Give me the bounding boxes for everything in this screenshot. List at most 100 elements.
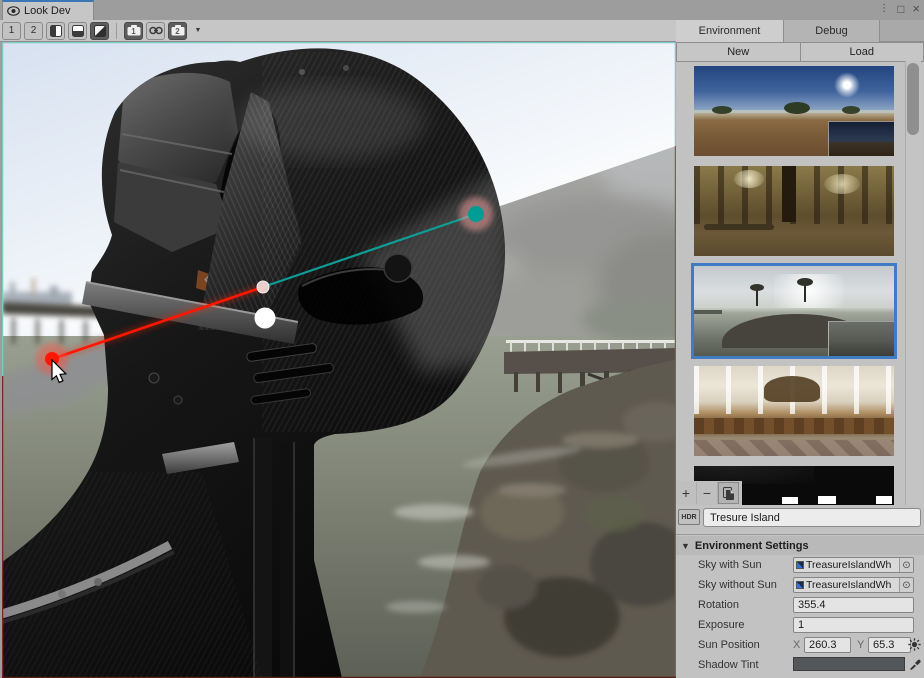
title-bar: Look Dev ⋮ □ × <box>0 0 924 20</box>
lookdev-viewport[interactable] <box>2 42 676 678</box>
environment-settings-title: Environment Settings <box>695 540 809 552</box>
sky-with-sun-object-field[interactable]: TreasureIslandWh ⊙ <box>793 557 914 573</box>
maximize-icon[interactable]: □ <box>897 2 904 16</box>
panel-tab-bar: Environment Debug <box>676 20 924 42</box>
new-environment-button[interactable]: New <box>676 42 801 62</box>
single-view-1-label: 1 <box>9 25 15 36</box>
env-actions-row: New Load <box>676 42 924 62</box>
duplicate-pages-icon <box>723 487 735 500</box>
link-icon <box>149 26 163 35</box>
top-bottom-split-button[interactable] <box>68 22 87 40</box>
env-thumbnail-treasure-island[interactable] <box>694 266 894 356</box>
thumbnail-inset-preview <box>828 321 894 356</box>
rotation-value: 355.4 <box>798 599 826 611</box>
lookdev-window-tab[interactable]: Look Dev <box>2 0 94 20</box>
sun-glare <box>834 72 860 98</box>
wooden-pews <box>694 418 894 434</box>
window-tab-title: Look Dev <box>24 5 70 17</box>
duplicate-environment-button[interactable] <box>718 482 739 504</box>
sun-x-value: 260.3 <box>809 639 837 651</box>
sun-gizmo-button[interactable] <box>907 637 921 651</box>
hdr-badge: HDR <box>678 509 700 525</box>
environment-name-field[interactable]: Tresure Island <box>703 508 921 527</box>
sun-y-value: 65.3 <box>873 639 894 651</box>
pier-silhouette <box>694 310 722 314</box>
sun-x-axis-label: X <box>793 639 800 651</box>
diagonal-split-icon <box>94 25 106 37</box>
camera-2-badge: 2 <box>169 27 186 36</box>
sky-without-sun-label: Sky without Sun <box>698 579 777 591</box>
environment-name-value: Tresure Island <box>710 512 780 524</box>
shadow-tint-label: Shadow Tint <box>698 659 759 671</box>
shadow-tint-swatch[interactable] <box>793 657 905 671</box>
side-by-side-split-button[interactable] <box>46 22 65 40</box>
sky-with-sun-label: Sky with Sun <box>698 559 762 571</box>
dropdown-icon: ▼ <box>195 27 202 34</box>
checkered-floor <box>694 440 894 456</box>
thumbnail-inset-preview <box>828 121 894 156</box>
load-button-label: Load <box>850 46 874 58</box>
rotation-field[interactable]: 355.4 <box>793 597 914 613</box>
foldout-arrow-icon: ▼ <box>681 541 690 551</box>
camera-2-button[interactable]: 2 <box>168 22 187 40</box>
single-view-2-button[interactable]: 2 <box>24 22 43 40</box>
side-by-side-split-icon <box>50 25 62 37</box>
eye-icon <box>7 6 20 16</box>
exposure-value: 1 <box>798 619 804 631</box>
sun-y-field[interactable]: 65.3 <box>868 637 911 653</box>
camera-1-button[interactable]: 1 <box>124 22 143 40</box>
tree <box>784 102 810 114</box>
sun-icon <box>908 638 921 651</box>
big-trunk <box>782 166 796 222</box>
bush <box>842 106 860 114</box>
env-thumbnail-church[interactable] <box>694 366 894 456</box>
light-blob <box>876 496 892 504</box>
palm-head <box>750 284 764 291</box>
environment-list-toolbar: + − <box>676 481 742 505</box>
sun-y-axis-label: Y <box>857 639 864 651</box>
thumbnail-scrollbar-thumb[interactable] <box>907 63 919 135</box>
camera-dropdown-button[interactable]: ▼ <box>190 22 206 40</box>
add-environment-button[interactable]: + <box>676 482 697 504</box>
sky-without-sun-object-field[interactable]: TreasureIslandWh ⊙ <box>793 577 914 593</box>
object-picker-icon[interactable]: ⊙ <box>899 578 913 592</box>
new-button-label: New <box>727 46 749 58</box>
rendered-scene <box>2 42 676 678</box>
sun-position-label: Sun Position <box>698 639 760 651</box>
view1-handle[interactable] <box>468 206 484 222</box>
environment-settings-foldout[interactable]: ▼ Environment Settings <box>676 536 924 555</box>
pulpit-canopy <box>764 376 820 402</box>
toolbar-separator <box>116 23 117 39</box>
object-picker-icon[interactable]: ⊙ <box>899 558 913 572</box>
single-view-2-label: 2 <box>31 25 37 36</box>
camera-1-badge: 1 <box>125 27 142 36</box>
env-thumbnail-sunny-field[interactable] <box>694 66 894 156</box>
tab-debug[interactable]: Debug <box>784 20 880 42</box>
lookdev-toolbar: 1 2 1 <box>0 20 676 42</box>
diagonal-split-button[interactable] <box>90 22 109 40</box>
exposure-field[interactable]: 1 <box>793 617 914 633</box>
load-environment-button[interactable]: Load <box>801 42 924 62</box>
light-blob <box>818 496 836 504</box>
window-menu-icon[interactable]: ⋮ <box>879 2 889 16</box>
tab-environment-label: Environment <box>699 25 761 37</box>
tab-debug-label: Debug <box>815 25 847 37</box>
environment-panel: Environment Debug New Load <box>676 20 924 678</box>
tab-environment[interactable]: Environment <box>676 20 784 42</box>
light-through-canopy <box>824 174 860 194</box>
light-blob <box>782 497 798 504</box>
remove-environment-button[interactable]: − <box>697 482 718 504</box>
single-view-1-button[interactable]: 1 <box>2 22 21 40</box>
eyedropper-icon <box>909 658 921 670</box>
env-thumbnail-forest[interactable] <box>694 166 894 256</box>
sky-without-sun-value: TreasureIslandWh <box>806 579 899 591</box>
remove-label: − <box>703 485 711 501</box>
sun-x-field[interactable]: 260.3 <box>804 637 851 653</box>
eyedropper-button[interactable] <box>908 657 922 671</box>
bush <box>712 106 732 114</box>
split-center-handle[interactable] <box>257 281 269 293</box>
separator-blend-circle[interactable] <box>255 308 276 329</box>
exposure-label: Exposure <box>698 619 744 631</box>
close-icon[interactable]: × <box>912 2 920 16</box>
link-cameras-button[interactable] <box>146 22 165 40</box>
